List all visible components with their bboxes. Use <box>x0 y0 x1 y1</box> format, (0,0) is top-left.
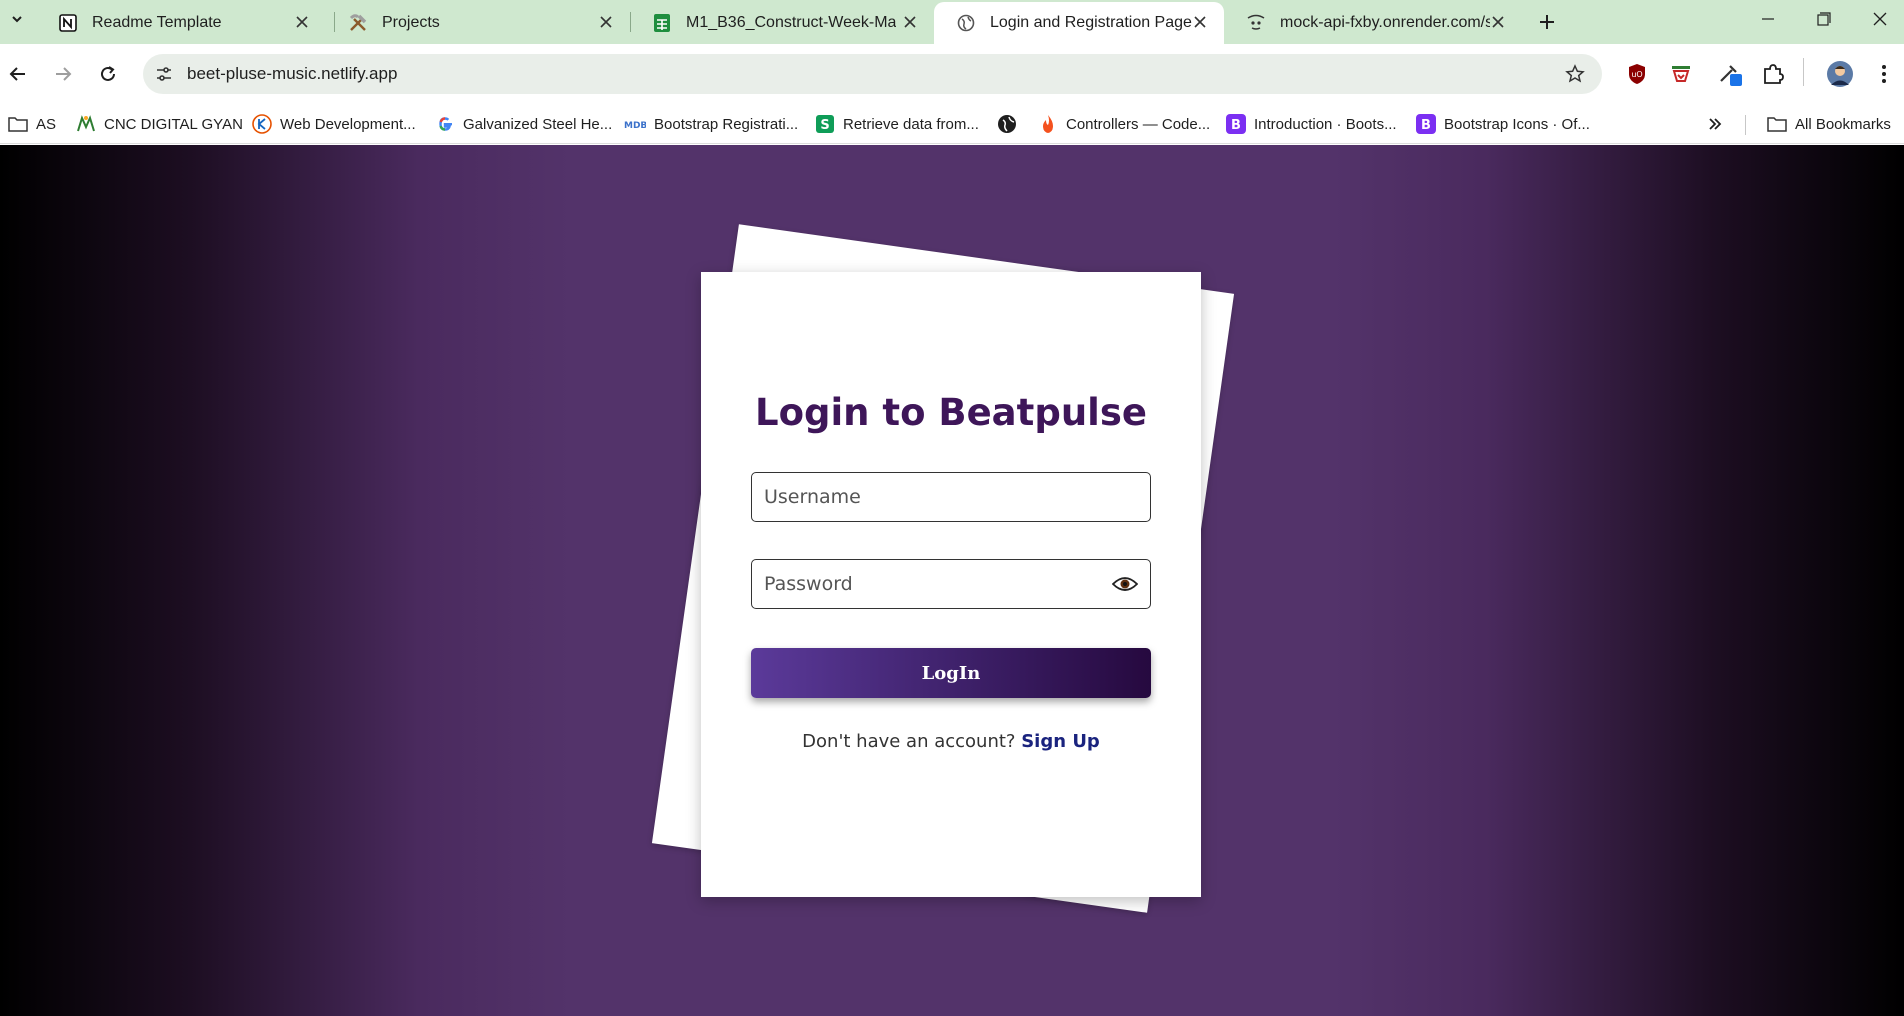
bookmark-label: Bootstrap Icons · Of... <box>1444 115 1590 133</box>
more-bookmarks-chevron-icon[interactable] <box>1707 112 1723 136</box>
bookmark-label: CNC DIGITAL GYAN <box>104 115 243 133</box>
bookmark-folder-as[interactable]: AS <box>8 112 56 136</box>
close-tab-icon[interactable] <box>900 12 920 32</box>
tab-title: Projects <box>382 14 440 31</box>
all-bookmarks-folder[interactable]: All Bookmarks <box>1767 112 1891 136</box>
notion-icon <box>58 13 78 33</box>
signup-prompt-text: Don't have an account? <box>802 731 1016 752</box>
close-tab-icon[interactable] <box>292 12 312 32</box>
show-password-eye-icon[interactable] <box>1112 573 1138 595</box>
login-button[interactable]: LogIn <box>751 648 1151 698</box>
folder-icon <box>8 114 28 134</box>
ublock-origin-icon[interactable]: uO <box>1623 60 1651 88</box>
reload-icon[interactable] <box>90 56 126 92</box>
site-settings-icon[interactable] <box>151 61 177 87</box>
bookmark-retrieve-data[interactable]: S Retrieve data from... <box>815 112 979 136</box>
tab-projects[interactable]: Projects <box>326 2 630 44</box>
bookmark-label: Controllers — Code... <box>1066 115 1211 133</box>
bookmark-label: AS <box>36 115 57 133</box>
google-icon <box>435 114 455 134</box>
close-tab-icon[interactable] <box>1488 12 1508 32</box>
mdb-icon: MDB <box>624 114 646 134</box>
address-bar[interactable]: beet-pluse-music.netlify.app <box>143 54 1602 94</box>
forward-arrow-icon[interactable] <box>45 56 81 92</box>
bookmark-introduction-bootstrap[interactable]: B Introduction · Boots... <box>1226 112 1397 136</box>
bookmark-label: Web Development... <box>280 115 416 133</box>
url-text: beet-pluse-music.netlify.app <box>187 64 398 83</box>
extensions-puzzle-icon[interactable] <box>1759 60 1787 88</box>
bookmark-label: Introduction · Boots... <box>1254 115 1397 133</box>
new-tab-plus-icon[interactable] <box>1533 8 1561 36</box>
toolbar-divider <box>1803 58 1804 86</box>
globe-icon <box>956 13 976 33</box>
extension-red-icon[interactable] <box>1667 60 1695 88</box>
bookmark-galvanized-steel[interactable]: Galvanized Steel He... <box>435 112 612 136</box>
window-close-icon[interactable] <box>1851 0 1904 38</box>
bookmark-label: Galvanized Steel He... <box>463 115 613 133</box>
bookmark-globe[interactable] <box>997 112 1025 136</box>
password-field-wrapper <box>751 559 1151 609</box>
close-tab-icon[interactable] <box>596 12 616 32</box>
login-title: Login to Beatpulse <box>755 391 1147 434</box>
minimize-icon[interactable] <box>1739 0 1797 38</box>
tab-mock-api[interactable]: mock-api-fxby.onrender.com/s <box>1224 2 1522 44</box>
color-picker-extension-icon[interactable] <box>1717 60 1745 88</box>
tab-construct-week-sheet[interactable]: M1_B36_Construct-Week-Maste <box>630 2 934 44</box>
svg-text:uO: uO <box>1631 70 1642 79</box>
close-tab-icon[interactable] <box>1190 12 1210 32</box>
kebab-menu-icon[interactable] <box>1870 60 1898 88</box>
folder-icon <box>1767 114 1787 134</box>
bookmark-web-development[interactable]: Web Development... <box>252 112 416 136</box>
bookmark-bootstrap-registration[interactable]: MDB Bootstrap Registrati... <box>624 112 798 136</box>
tab-login-registration[interactable]: Login and Registration Page <box>934 2 1224 44</box>
tab-strip: Readme Template Projects M1_B36_Construc… <box>0 0 1904 44</box>
hammer-pick-icon <box>348 13 368 33</box>
profile-avatar[interactable] <box>1824 58 1856 90</box>
signup-link[interactable]: Sign Up <box>1021 731 1100 752</box>
bookmark-label: Bootstrap Registrati... <box>654 115 799 133</box>
browser-toolbar: beet-pluse-music.netlify.app uO <box>0 44 1904 104</box>
tab-search-chevron-icon[interactable] <box>4 6 30 32</box>
flame-icon <box>1038 114 1058 134</box>
username-field-wrapper <box>751 472 1151 522</box>
globe-icon <box>997 114 1017 134</box>
tab-title: Readme Template <box>92 14 222 31</box>
page-background: Login to Beatpulse LogIn Don't have an a… <box>0 145 1904 1016</box>
tab-title: Login and Registration Page <box>990 14 1192 31</box>
svg-text:B: B <box>1421 118 1431 133</box>
cnc-icon <box>76 114 96 134</box>
password-input[interactable] <box>752 560 1150 608</box>
bookmark-controllers[interactable]: Controllers — Code... <box>1038 112 1210 136</box>
tab-title: M1_B36_Construct-Week-Maste <box>686 14 896 31</box>
signup-prompt-row: Don't have an account? Sign Up <box>701 731 1201 752</box>
bookmarks-divider <box>1745 115 1746 135</box>
tab-title: mock-api-fxby.onrender.com/s <box>1280 14 1490 31</box>
bookmarks-bar: AS CNC DIGITAL GYAN Web Development... G… <box>0 104 1904 144</box>
bookmark-label: All Bookmarks <box>1795 115 1891 133</box>
sheets-icon <box>652 13 672 33</box>
render-icon <box>1246 13 1266 33</box>
tab-readme-template[interactable]: Readme Template <box>36 2 326 44</box>
bootstrap-icon: B <box>1226 114 1246 134</box>
bookmark-bootstrap-icons[interactable]: B Bootstrap Icons · Of... <box>1416 112 1590 136</box>
back-arrow-icon[interactable] <box>0 56 36 92</box>
bookmark-cnc-digital-gyan[interactable]: CNC DIGITAL GYAN <box>76 112 243 136</box>
bootstrap-icon: B <box>1416 114 1436 134</box>
svg-text:S: S <box>820 118 829 133</box>
login-card: Login to Beatpulse LogIn Don't have an a… <box>701 272 1201 897</box>
restore-icon[interactable] <box>1795 0 1853 38</box>
svg-text:MDB: MDB <box>624 121 646 130</box>
bookmark-star-icon[interactable] <box>1564 63 1586 85</box>
k-logo-icon <box>252 114 272 134</box>
bookmark-label: Retrieve data from... <box>843 115 979 133</box>
svg-text:B: B <box>1231 118 1241 133</box>
s-logo-icon: S <box>815 114 835 134</box>
username-input[interactable] <box>752 473 1150 521</box>
